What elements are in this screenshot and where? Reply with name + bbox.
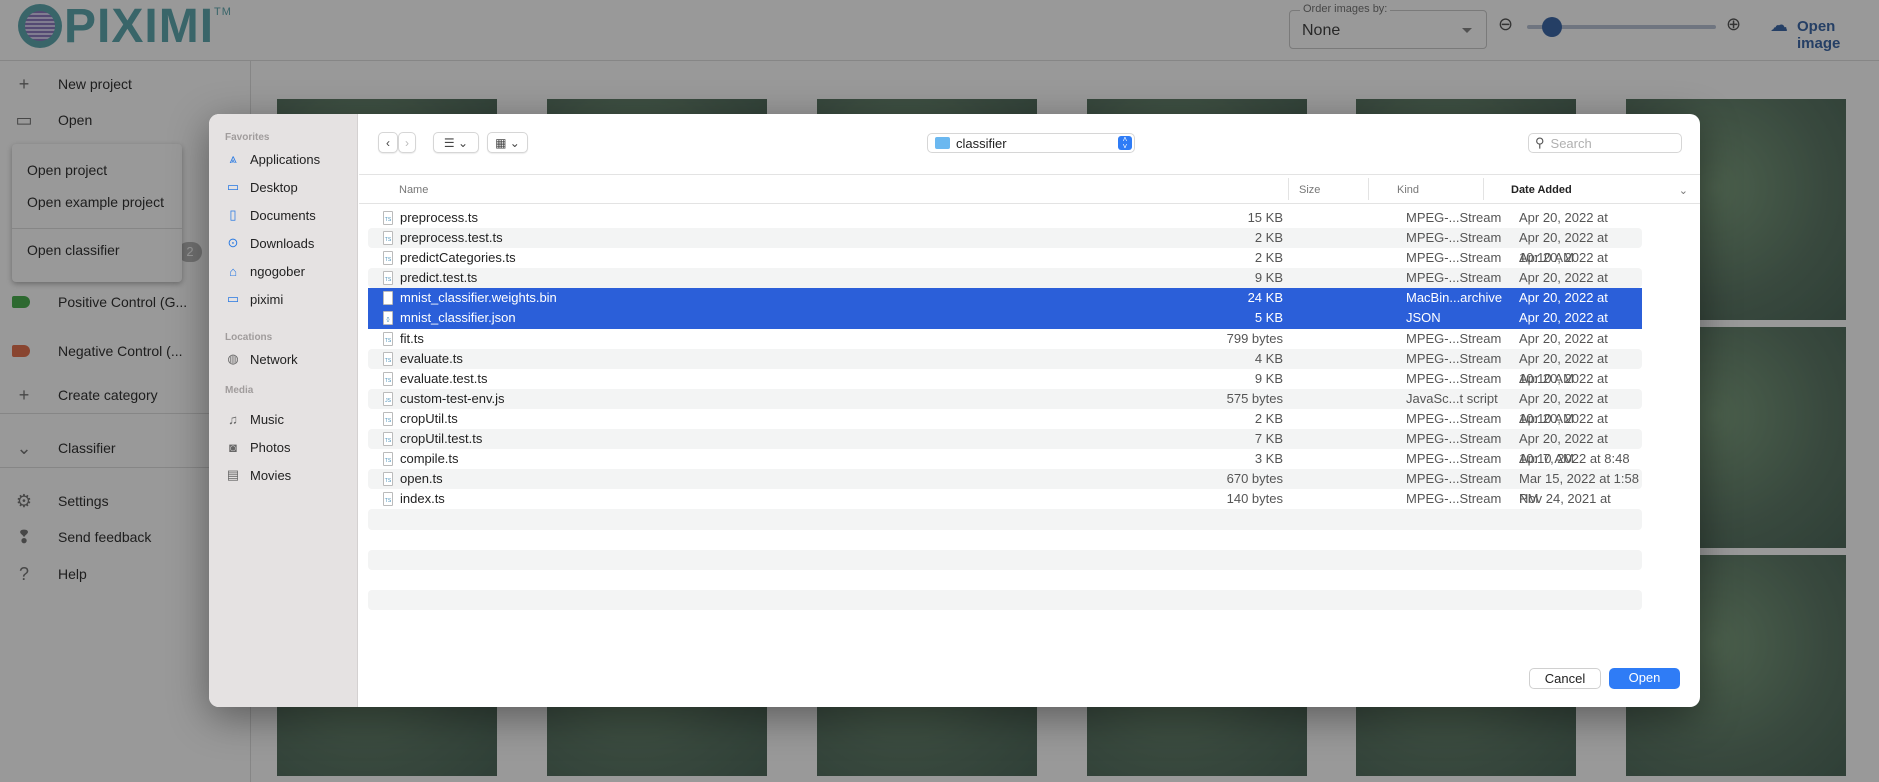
desktop-icon: ▭ xyxy=(226,179,240,194)
column-name[interactable]: Name xyxy=(399,184,428,196)
sidebar-music[interactable]: ♫ Music xyxy=(225,409,284,429)
sidebar-ngogober[interactable]: ⌂ ngogober xyxy=(225,261,305,281)
column-size[interactable]: Size xyxy=(1299,184,1320,196)
column-date-added[interactable]: Date Added xyxy=(1511,184,1572,196)
sidebar-photos[interactable]: ◙ Photos xyxy=(225,437,290,457)
list-icon: ☰ ⌄ xyxy=(443,135,469,150)
sort-chevron-icon: ⌄ xyxy=(1678,185,1688,197)
file-icon: TS xyxy=(383,251,393,266)
sidebar-network[interactable]: ◍ Network xyxy=(225,349,297,369)
empty-row xyxy=(368,570,1642,590)
file-icon: TS xyxy=(383,271,393,286)
file-icon: TS xyxy=(383,432,393,447)
column-kind[interactable]: Kind xyxy=(1397,184,1419,196)
file-row[interactable]: TS evaluate.test.ts 9 KB MPEG-...Stream Apr … xyxy=(368,369,1642,406)
sidebar-desktop[interactable]: ▭ Desktop xyxy=(225,177,298,197)
empty-row xyxy=(368,530,1642,550)
forward-button[interactable]: › xyxy=(398,132,416,153)
file-icon: TS xyxy=(383,331,393,346)
empty-row xyxy=(368,589,1642,610)
grid-icon: ▦ ⌄ xyxy=(495,135,520,150)
file-icon: TS xyxy=(383,211,393,225)
file-icon: TS xyxy=(383,492,393,507)
media-heading: Media xyxy=(225,385,254,396)
locations-heading: Locations xyxy=(225,332,273,343)
film-icon: ▤ xyxy=(226,467,240,482)
file-row[interactable]: TS predict.test.ts 9 KB MPEG-...Stream Apr 2… xyxy=(368,268,1642,305)
sidebar-documents[interactable]: ▯ Documents xyxy=(225,205,315,225)
search-input[interactable]: ⚲ Search xyxy=(1528,133,1682,153)
sidebar-movies[interactable]: ▤ Movies xyxy=(225,465,291,485)
file-row[interactable]: TS preprocess.test.ts 2 KB MPEG-...Stream Ap… xyxy=(368,228,1642,265)
file-icon: TS xyxy=(383,231,393,246)
sidebar-downloads[interactable]: ⊙ Downloads xyxy=(225,233,315,253)
search-icon: ⚲ xyxy=(1535,135,1545,150)
dialog-sidebar: Favorites ⩓ Applications ▭ Desktop ▯ Document… xyxy=(209,114,358,707)
empty-row xyxy=(368,509,1642,530)
camera-icon: ◙ xyxy=(229,439,237,455)
sidebar-piximi[interactable]: ▭ piximi xyxy=(225,289,283,309)
file-row[interactable]: TS preprocess.ts 15 KB MPEG-...Stream Apr 20… xyxy=(368,208,1642,245)
file-icon: TS xyxy=(383,371,393,386)
updown-icon: ˄ ˅ xyxy=(1118,136,1132,151)
document-icon: ▯ xyxy=(229,207,237,222)
music-icon: ♫ xyxy=(228,411,238,427)
file-row[interactable]: TS index.ts 140 bytes MPEG-...Stream Nov 24,… xyxy=(368,489,1642,526)
file-icon xyxy=(383,291,393,306)
file-row[interactable]: TS predictCategories.ts 2 KB MPEG-...Stream… xyxy=(368,248,1642,285)
home-icon: ⌂ xyxy=(229,263,237,279)
back-button[interactable]: ‹ xyxy=(378,132,398,153)
globe-icon: ◍ xyxy=(227,351,239,366)
sidebar-applications[interactable]: ⩓ Applications xyxy=(225,149,320,169)
folder-icon: ▭ xyxy=(226,291,240,306)
file-icon: TS xyxy=(383,472,393,487)
cancel-button[interactable]: Cancel xyxy=(1529,668,1601,689)
file-row[interactable]: {} mnist_classifier.json 5 KB JSON Apr 20, 2… xyxy=(368,308,1642,345)
file-icon: JS xyxy=(383,391,393,406)
file-row[interactable]: TS fit.ts 799 bytes MPEG-...Stream Apr 20, 2… xyxy=(368,329,1642,366)
file-row[interactable]: TS cropUtil.test.ts 7 KB MPEG-...Stream Apr … xyxy=(368,429,1642,466)
folder-icon xyxy=(935,137,950,149)
file-icon: TS xyxy=(383,411,393,426)
applications-icon: ⩓ xyxy=(229,151,237,166)
list-view-button[interactable]: ☰ ⌄ xyxy=(433,132,479,153)
file-open-dialog: Favorites ⩓ Applications ▭ Desktop ▯ Document… xyxy=(209,114,1700,707)
empty-row xyxy=(368,549,1642,570)
file-row[interactable]: mnist_classifier.weights.bin 24 KB MacBin.… xyxy=(368,288,1642,325)
file-row[interactable]: TS compile.ts 3 KB MPEG-...Stream Apr 7, 202… xyxy=(368,449,1642,486)
column-header: Name Size Kind Date Added ⌄ xyxy=(359,174,1700,204)
download-icon: ⊙ xyxy=(227,235,239,250)
file-icon: TS xyxy=(383,351,393,366)
file-row[interactable]: TS open.ts 670 bytes MPEG-...Stream Mar 15, … xyxy=(368,469,1642,506)
favorites-heading: Favorites xyxy=(225,132,270,143)
file-row[interactable]: TS cropUtil.ts 2 KB MPEG-...Stream Apr 20, 2… xyxy=(368,409,1642,446)
file-icon: {} xyxy=(383,311,393,326)
open-file-button[interactable]: Open xyxy=(1609,668,1680,689)
empty-row xyxy=(368,610,1642,630)
file-row[interactable]: JS custom-test-env.js 575 bytes JavaSc...t … xyxy=(368,388,1642,426)
file-row[interactable]: TS evaluate.ts 4 KB MPEG-...Stream Apr 20, 2… xyxy=(368,348,1642,386)
file-list: TS preprocess.ts 15 KB MPEG-...Stream Apr 20… xyxy=(368,208,1642,630)
file-icon: TS xyxy=(383,452,393,467)
icon-view-button[interactable]: ▦ ⌄ xyxy=(487,132,528,153)
location-popup[interactable]: classifier ˄ ˅ xyxy=(927,133,1135,153)
